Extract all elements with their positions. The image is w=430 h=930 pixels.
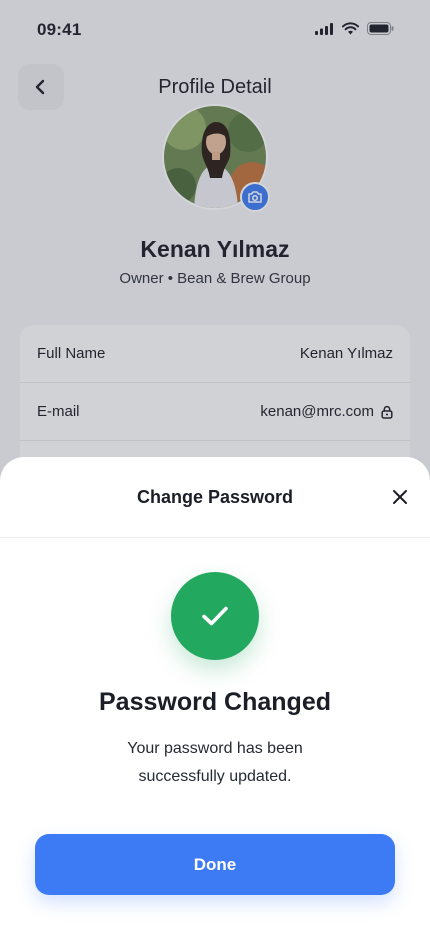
info-value-text: Kenan Yılmaz	[299, 345, 393, 362]
info-label: Full Name	[37, 345, 106, 362]
close-icon	[393, 490, 407, 504]
success-title: Password Changed	[99, 688, 331, 716]
profile-detail-screen: 09:41 Profile Detail Kenan Yılmaz Owner …	[0, 0, 430, 930]
status-time: 09:41	[37, 20, 82, 39]
close-button[interactable]	[386, 483, 414, 511]
success-message: Your password has been successfully upda…	[127, 740, 303, 785]
info-row-email[interactable]: E-mail kenan@mrc.com	[20, 383, 410, 441]
status-bar: 09:41	[0, 0, 430, 58]
done-button[interactable]: Done	[35, 834, 395, 895]
change-photo-button[interactable]	[240, 182, 270, 212]
signal-icon	[315, 22, 333, 35]
profile-role: Owner • Bean & Brew Group	[119, 270, 311, 287]
change-password-sheet: Change Password Password Changed Your pa…	[0, 457, 430, 930]
battery-icon	[367, 22, 394, 35]
avatar-container	[162, 104, 270, 212]
info-value: Kenan Yılmaz	[300, 345, 393, 362]
check-icon	[202, 606, 228, 626]
camera-icon	[248, 191, 262, 203]
wifi-icon	[342, 22, 359, 35]
status-icons	[315, 22, 394, 35]
info-value-text: kenan@mrc.com	[260, 403, 374, 420]
page-title: Profile Detail	[158, 76, 272, 98]
profile-name: Kenan Yılmaz	[140, 236, 290, 262]
lock-icon	[381, 405, 393, 419]
info-row-full-name[interactable]: Full Name Kenan Yılmaz	[20, 325, 410, 383]
sheet-title: Change Password	[136, 487, 294, 507]
sheet-header: Change Password	[0, 457, 430, 538]
success-badge	[171, 572, 259, 660]
info-label: E-mail	[37, 403, 80, 420]
info-value: kenan@mrc.com	[260, 403, 393, 420]
